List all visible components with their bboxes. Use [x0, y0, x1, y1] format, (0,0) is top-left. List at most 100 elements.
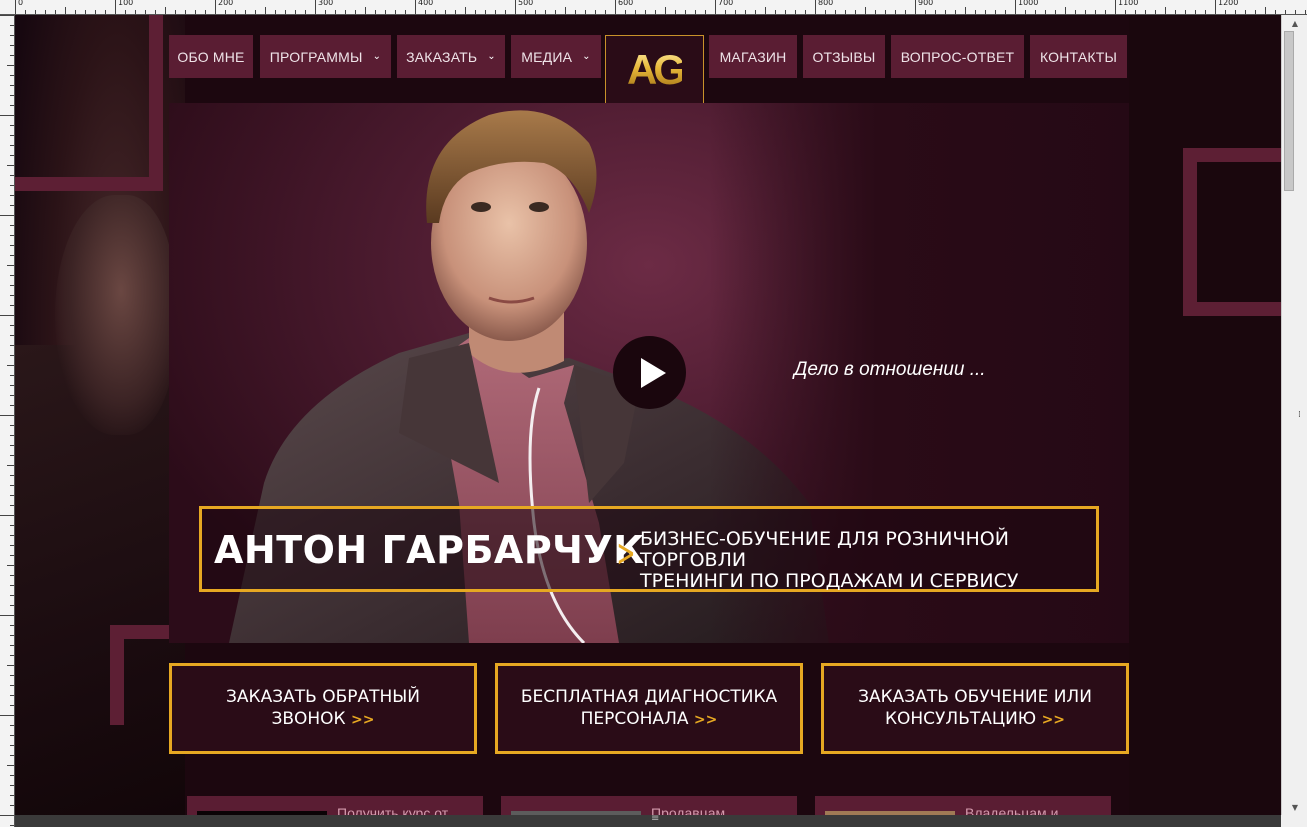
vertical-scrollbar[interactable]: ▲ ⁞ ▼: [1281, 15, 1307, 815]
ruler-label: 400: [418, 0, 434, 7]
ruler-tick: [7, 365, 14, 366]
ruler-tick: [10, 45, 14, 46]
ruler-tick: [10, 585, 14, 586]
ruler-tick: [10, 655, 14, 656]
background-right: [1129, 15, 1281, 815]
nav-item-shop[interactable]: МАГАЗИН: [709, 35, 797, 78]
ruler-tick: [705, 10, 706, 14]
nav-item-order[interactable]: ЗАКАЗАТЬ ⌄: [397, 35, 505, 78]
ruler-label: 100: [118, 0, 134, 7]
splitter-grip-icon[interactable]: ≡: [651, 813, 659, 824]
ruler-tick: [10, 125, 14, 126]
ruler-tick: [445, 10, 446, 14]
ruler-tick: [395, 10, 396, 14]
ruler-tick: [10, 485, 14, 486]
ruler-tick: [10, 725, 14, 726]
ruler-tick: [10, 35, 14, 36]
card-title: Владельцам и: [965, 805, 1059, 815]
scrollbar-thumb[interactable]: [1284, 31, 1294, 191]
hero-name-box: АНТОН ГАРБАРЧУК > БИЗНЕС-ОБУЧЕНИЕ ДЛЯ РО…: [199, 506, 1099, 592]
ruler-tick: [115, 0, 116, 14]
ruler-tick: [1165, 7, 1166, 14]
ruler-tick: [7, 465, 14, 466]
bottom-splitter[interactable]: ≡: [15, 813, 1281, 827]
ruler-tick: [285, 10, 286, 14]
play-icon[interactable]: [613, 336, 686, 409]
ruler-tick: [10, 195, 14, 196]
nav-label: ВОПРОС-ОТВЕТ: [900, 48, 1015, 65]
ruler-tick: [365, 7, 366, 14]
ruler-tick: [1135, 10, 1136, 14]
ruler-tick: [1185, 10, 1186, 14]
nav-item-about[interactable]: ОБО МНЕ: [169, 35, 253, 78]
ruler-tick: [75, 10, 76, 14]
ruler-tick: [1285, 10, 1286, 14]
ruler-tick: [475, 10, 476, 14]
ruler-tick: [425, 10, 426, 14]
hero-tagline: Дело в отношении ...: [794, 359, 986, 380]
ruler-tick: [645, 10, 646, 14]
ruler-tick: [10, 395, 14, 396]
ruler-tick: [1085, 10, 1086, 14]
ruler-tick: [7, 765, 14, 766]
order-training-button[interactable]: ЗАКАЗАТЬ ОБУЧЕНИЕ ИЛИ КОНСУЛЬТАЦИЮ >>: [821, 663, 1129, 754]
ruler-tick: [65, 7, 66, 14]
scroll-up-icon[interactable]: ▲: [1282, 15, 1307, 31]
ruler-tick: [1155, 10, 1156, 14]
decor-frame-right: [1183, 148, 1281, 316]
ruler-tick: [835, 10, 836, 14]
ruler-tick: [995, 10, 996, 14]
nav-label: ОТЗЫВЫ: [812, 48, 876, 65]
cta-line: ПЕРСОНАЛА: [580, 709, 689, 729]
nav-item-faq[interactable]: ВОПРОС-ОТВЕТ: [891, 35, 1024, 78]
ruler-tick: [1145, 10, 1146, 14]
ruler-tick: [10, 555, 14, 556]
ruler-tick: [10, 595, 14, 596]
ruler-tick: [10, 625, 14, 626]
ruler-tick: [685, 10, 686, 14]
ruler-tick: [735, 10, 736, 14]
ruler-tick: [1065, 7, 1066, 14]
ruler-tick: [405, 10, 406, 14]
ruler-tick: [345, 10, 346, 14]
ruler-tick: [1305, 10, 1306, 14]
ruler-tick: [10, 775, 14, 776]
ruler-tick: [125, 10, 126, 14]
ruler-label: 700: [718, 0, 734, 7]
card-title: Продавцам: [651, 805, 726, 815]
nav-item-contacts[interactable]: КОНТАКТЫ: [1030, 35, 1127, 78]
ruler-tick: [1175, 10, 1176, 14]
ruler-tick: [10, 325, 14, 326]
chevron-down-icon: ⌄: [582, 51, 591, 62]
ruler-tick: [10, 145, 14, 146]
ruler-tick: [10, 385, 14, 386]
ruler-tick: [505, 10, 506, 14]
ruler-tick: [10, 425, 14, 426]
diagnostics-button[interactable]: БЕСПЛАТНАЯ ДИАГНОСТИКА ПЕРСОНАЛА >>: [495, 663, 803, 754]
site-logo[interactable]: AG: [605, 35, 704, 104]
ruler-tick: [10, 605, 14, 606]
decor-frame-top-left: [15, 15, 163, 191]
ruler-tick: [10, 355, 14, 356]
ruler-tick: [10, 705, 14, 706]
nav-item-programs[interactable]: ПРОГРАММЫ ⌄: [260, 35, 391, 78]
ruler-tick: [0, 115, 14, 116]
ruler-tick: [1195, 10, 1196, 14]
grip-icon[interactable]: ⁞: [1298, 410, 1301, 420]
nav-item-reviews[interactable]: ОТЗЫВЫ: [803, 35, 885, 78]
nav-item-media[interactable]: МЕДИА ⌄: [511, 35, 601, 78]
info-card[interactable]: Продавцам: [501, 796, 797, 815]
info-card[interactable]: Владельцам и: [815, 796, 1111, 815]
ruler-tick: [1215, 0, 1216, 14]
info-card[interactable]: Получить курс от: [187, 796, 483, 815]
callback-button[interactable]: ЗАКАЗАТЬ ОБРАТНЫЙ ЗВОНОК >>: [169, 663, 477, 754]
ruler-tick: [875, 10, 876, 14]
scroll-down-icon[interactable]: ▼: [1282, 799, 1307, 815]
nav-label: ОБО МНЕ: [177, 48, 245, 65]
ruler-tick: [985, 10, 986, 14]
ruler-tick: [605, 10, 606, 14]
ruler-tick: [195, 10, 196, 14]
ruler-tick: [535, 10, 536, 14]
ruler-label: 600: [618, 0, 634, 7]
ruler-tick: [45, 10, 46, 14]
